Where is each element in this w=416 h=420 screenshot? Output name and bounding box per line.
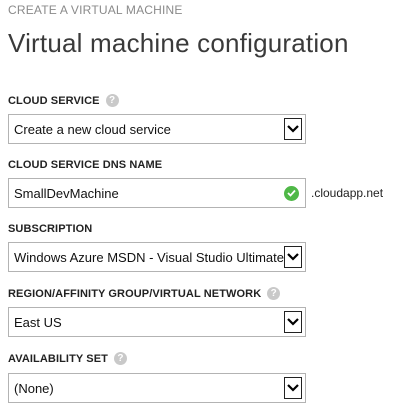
chevron-down-icon — [287, 125, 299, 133]
help-icon[interactable]: ? — [105, 94, 119, 107]
dns-suffix: .cloudapp.net — [311, 186, 384, 200]
dns-name-value: SmallDevMachine — [14, 185, 119, 201]
wizard-step-label: CREATE A VIRTUAL MACHINE — [8, 3, 183, 17]
page-title: Virtual machine configuration — [8, 28, 349, 58]
dns-name-input[interactable]: SmallDevMachine — [8, 178, 306, 208]
availability-set-value: (None) — [14, 380, 54, 396]
subscription-value: Windows Azure MSDN - Visual Studio Ultim… — [14, 249, 284, 265]
subscription-label-text: SUBSCRIPTION — [8, 223, 93, 235]
dns-name-label-text: CLOUD SERVICE DNS NAME — [8, 159, 163, 171]
chevron-down-icon — [287, 384, 299, 392]
subscription-label: SUBSCRIPTION — [8, 223, 92, 235]
cloud-service-select[interactable]: Create a new cloud service — [8, 114, 306, 144]
region-label-text: REGION/AFFINITY GROUP/VIRTUAL NETWORK — [8, 287, 262, 300]
cloud-service-value: Create a new cloud service — [14, 121, 171, 137]
availability-set-label: AVAILABILITY SET ? — [8, 352, 127, 365]
dropdown-button[interactable] — [284, 118, 302, 140]
dns-name-label: CLOUD SERVICE DNS NAME — [8, 159, 162, 171]
chevron-down-icon — [287, 318, 299, 326]
dropdown-button[interactable] — [284, 377, 302, 399]
subscription-select[interactable]: Windows Azure MSDN - Visual Studio Ultim… — [8, 242, 306, 272]
cloud-service-label-text: CLOUD SERVICE — [8, 94, 100, 107]
region-value: East US — [14, 314, 62, 330]
cloud-service-label: CLOUD SERVICE ? — [8, 94, 119, 107]
region-select[interactable]: East US — [8, 307, 306, 337]
availability-set-select[interactable]: (None) — [8, 373, 306, 403]
region-label: REGION/AFFINITY GROUP/VIRTUAL NETWORK ? — [8, 287, 281, 300]
dropdown-button[interactable] — [284, 246, 302, 268]
help-icon[interactable]: ? — [267, 287, 281, 300]
chevron-down-icon — [287, 253, 299, 261]
help-icon[interactable]: ? — [114, 352, 127, 365]
availability-set-label-text: AVAILABILITY SET — [8, 352, 108, 365]
checkmark-icon — [284, 185, 299, 201]
dropdown-button[interactable] — [284, 311, 302, 333]
